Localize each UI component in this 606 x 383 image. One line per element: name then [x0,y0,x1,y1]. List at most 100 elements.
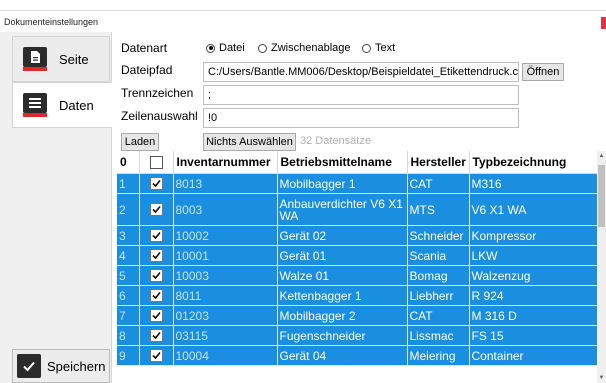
window-title: Dokumenteinstellungen [4,17,99,27]
cell-typbezeichnung[interactable]: V6 X1 WA [469,193,597,226]
cell-inventarnummer[interactable]: 01203 [173,305,278,326]
scroll-up-icon[interactable]: ▲ [597,153,606,159]
select-all-checkbox[interactable] [149,155,163,169]
radio-unselected-icon [258,43,267,53]
scrollbar-thumb[interactable] [598,165,605,227]
cell-hersteller[interactable]: CAT [407,305,470,326]
radio-selected-icon [206,43,215,53]
row-select-cell[interactable] [139,285,174,306]
cell-betriebsmittelname[interactable]: Gerät 04 [277,345,408,366]
cell-betriebsmittelname[interactable]: Gerät 02 [277,225,408,246]
row-index-cell: 3 [117,225,140,246]
row-checkbox[interactable] [149,177,163,190]
cell-betriebsmittelname[interactable]: Mobilbagger 2 [277,305,408,326]
dateipfad-input[interactable]: C:/Users/Bantle.MM006/Desktop/Beispielda… [203,62,519,82]
cell-inventarnummer[interactable]: 10002 [173,225,278,246]
save-button[interactable]: Speichern [12,349,110,383]
table-row[interactable]: 1 8013 Mobilbagger 1 CAT M316 [117,173,597,194]
cell-hersteller[interactable]: Scania [407,245,470,266]
cell-betriebsmittelname[interactable]: Walze 01 [277,265,408,286]
table-row[interactable]: 6 8011 Kettenbagger 1 Liebherr R 924 [117,285,597,306]
row-checkbox[interactable] [149,203,163,216]
cell-hersteller[interactable]: CAT [407,173,470,194]
nichts-auswaehlen-button[interactable]: Nichts Auswählen [203,133,296,151]
row-checkbox[interactable] [149,309,163,322]
table-row[interactable]: 3 10002 Gerät 02 Schneider Kompressor [117,225,597,246]
nav-seite-button[interactable]: Seite [12,36,110,82]
row-index-cell: 5 [117,265,140,286]
cell-hersteller[interactable]: Lissmac [407,325,470,346]
table-row[interactable]: 5 10003 Walze 01 Bomag Walzenzug [117,265,597,286]
table-row[interactable]: 9 10004 Gerät 04 Meiering Container [117,345,597,366]
table-row[interactable]: 7 01203 Mobilbagger 2 CAT M 316 D [117,305,597,326]
cell-betriebsmittelname[interactable]: Anbauverdichter V6 X1 WA [277,193,408,226]
cell-inventarnummer[interactable]: 8011 [173,285,278,306]
row-checkbox[interactable] [149,229,163,242]
cell-typbezeichnung[interactable]: M 316 D [469,305,597,326]
table-row[interactable]: 4 10001 Gerät 01 Scania LKW [117,245,597,266]
row-select-cell[interactable] [139,193,174,226]
row-checkbox[interactable] [149,349,163,362]
cell-typbezeichnung[interactable]: R 924 [469,285,597,306]
cell-betriebsmittelname[interactable]: Gerät 01 [277,245,408,266]
cell-typbezeichnung[interactable]: Walzenzug [469,265,597,286]
row-select-cell[interactable] [139,325,174,346]
cell-inventarnummer[interactable]: 10001 [173,245,278,266]
table-row[interactable]: 2 8003 Anbauverdichter V6 X1 WA MTS V6 X1 WA [117,193,597,226]
row-checkbox[interactable] [149,329,163,342]
cell-hersteller[interactable]: Schneider [407,225,470,246]
cell-betriebsmittelname[interactable]: Kettenbagger 1 [277,285,408,306]
radio-zwischenablage-label: Zwischenablage [271,42,351,54]
column-header-select[interactable] [139,151,174,174]
cell-typbezeichnung[interactable]: Container [469,345,597,366]
row-select-cell[interactable] [139,265,174,286]
column-header-typbezeichnung[interactable]: Typbezeichnung [469,151,597,174]
radio-datei[interactable]: Datei [206,42,245,54]
cell-inventarnummer[interactable]: 10004 [173,345,278,366]
column-header-inventarnummer[interactable]: Inventarnummer [173,151,278,174]
cell-inventarnummer[interactable]: 8013 [173,173,278,194]
checkmark-icon [151,291,161,300]
column-header-betriebsmittelname[interactable]: Betriebsmittelname [277,151,408,174]
dateipfad-label: Dateipfad [121,63,173,77]
row-checkbox[interactable] [149,269,163,282]
cell-typbezeichnung[interactable]: FS 15 [469,325,597,346]
cell-inventarnummer[interactable]: 10003 [173,265,278,286]
close-icon[interactable] [601,17,606,29]
cell-hersteller[interactable]: MTS [407,193,470,226]
cell-typbezeichnung[interactable]: Kompressor [469,225,597,246]
laden-button[interactable]: Laden [121,133,159,151]
row-select-cell[interactable] [139,173,174,194]
cell-betriebsmittelname[interactable]: Mobilbagger 1 [277,173,408,194]
column-header-index[interactable]: 0 [117,151,140,174]
row-select-cell[interactable] [139,245,174,266]
row-select-cell[interactable] [139,345,174,366]
row-checkbox[interactable] [149,289,163,302]
radio-text-label: Text [375,42,396,54]
cell-inventarnummer[interactable]: 8003 [173,193,278,226]
zeilenauswahl-label: Zeilenauswahl [121,109,198,123]
trennzeichen-input[interactable]: ; [203,85,519,105]
row-checkbox[interactable] [149,249,163,262]
cell-hersteller[interactable]: Bomag [407,265,470,286]
column-header-hersteller[interactable]: Hersteller [407,151,470,174]
table-row[interactable]: 8 03115 Fugenschneider Lissmac FS 15 [117,325,597,346]
oeffnen-button[interactable]: Öffnen [522,63,564,81]
row-select-cell[interactable] [139,225,174,246]
checkmark-icon [151,205,161,214]
checkmark-icon [17,354,41,378]
radio-text[interactable]: Text [362,42,395,54]
nav-daten-button[interactable]: Daten [12,82,112,128]
zeilenauswahl-input[interactable]: !0 [203,108,519,128]
datenart-label: Datenart [121,41,168,55]
cell-typbezeichnung[interactable]: LKW [469,245,597,266]
row-select-cell[interactable] [139,305,174,326]
cell-betriebsmittelname[interactable]: Fugenschneider [277,325,408,346]
cell-hersteller[interactable]: Liebherr [407,285,470,306]
cell-typbezeichnung[interactable]: M316 [469,173,597,194]
scroll-down-icon[interactable]: ▼ [597,375,606,381]
vertical-scrollbar[interactable]: ▲ ▼ [597,151,606,383]
cell-hersteller[interactable]: Meiering [407,345,470,366]
radio-zwischenablage[interactable]: Zwischenablage [258,42,351,54]
cell-inventarnummer[interactable]: 03115 [173,325,278,346]
